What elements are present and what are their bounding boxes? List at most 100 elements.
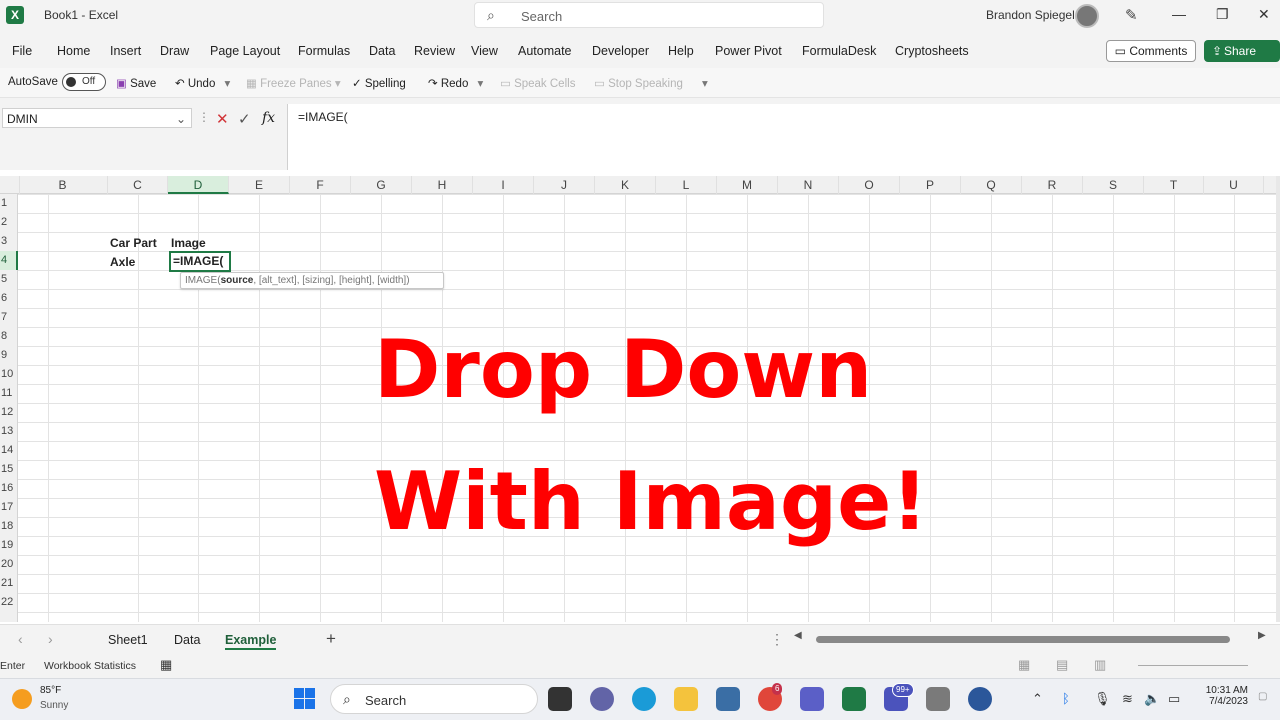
minimize-icon[interactable]: — [1172, 6, 1186, 22]
row-header-9[interactable]: 9 [0, 346, 18, 365]
page-break-view-icon[interactable]: ▥ [1094, 657, 1106, 673]
freeze-panes-button[interactable]: ▦ Freeze Panes ▾ [246, 76, 341, 90]
cell-c4[interactable]: Axle [110, 255, 135, 269]
calculator-icon[interactable] [926, 687, 950, 711]
tab-splitter-icon[interactable]: ⋮ [770, 631, 784, 648]
autosave-toggle[interactable]: Off [62, 73, 106, 91]
chevron-down-icon[interactable]: ▾ [478, 78, 484, 90]
column-header-u[interactable]: U [1204, 176, 1264, 194]
app-icon[interactable] [968, 687, 992, 711]
row-header-18[interactable]: 18 [0, 517, 18, 536]
cell-c3[interactable]: Car Part [110, 236, 157, 250]
notifications-icon[interactable]: ▢ [1258, 691, 1267, 702]
column-header-t[interactable]: T [1144, 176, 1204, 194]
bluetooth-icon[interactable]: ᛒ [1062, 691, 1070, 706]
vertical-scrollbar[interactable] [1276, 176, 1280, 622]
chevron-up-icon[interactable]: ⌃ [1032, 691, 1043, 707]
column-header-c[interactable]: C [108, 176, 168, 194]
tab-view[interactable]: View [471, 44, 498, 58]
row-header-3[interactable]: 3 [0, 232, 18, 251]
excel-taskbar-icon[interactable] [842, 687, 866, 711]
tab-formuladesk[interactable]: FormulaDesk [802, 44, 876, 58]
column-header-r[interactable]: R [1022, 176, 1083, 194]
chat-icon[interactable] [590, 687, 614, 711]
speak-cells-button[interactable]: ▭ Speak Cells [500, 76, 575, 90]
tab-data[interactable]: Data [369, 44, 395, 58]
row-header-21[interactable]: 21 [0, 574, 18, 593]
tab-cryptosheets[interactable]: Cryptosheets [895, 44, 969, 58]
copilot-icon[interactable] [800, 687, 824, 711]
save-button[interactable]: ▣ Save [116, 76, 156, 90]
column-header-s[interactable]: S [1083, 176, 1144, 194]
page-layout-view-icon[interactable]: ▤ [1056, 657, 1068, 673]
sheet-tab-example[interactable]: Example [225, 633, 277, 650]
tab-formulas[interactable]: Formulas [298, 44, 350, 58]
row-header-22[interactable]: 22 [0, 593, 18, 612]
row-header-6[interactable]: 6 [0, 289, 18, 308]
row-header-14[interactable]: 14 [0, 441, 18, 460]
row-header-4[interactable]: 4 [0, 251, 18, 270]
comments-button[interactable]: ▭ Comments [1106, 40, 1196, 62]
column-header-d[interactable]: D [168, 176, 229, 194]
tab-power-pivot[interactable]: Power Pivot [715, 44, 782, 58]
wifi-icon[interactable]: ≋ [1122, 691, 1133, 707]
zoom-slider[interactable] [1138, 665, 1248, 666]
customize-toolbar-icon[interactable]: ▾ [702, 76, 708, 90]
redo-button[interactable]: ↷ Redo ▾ [428, 76, 483, 90]
tab-file[interactable]: File [12, 44, 32, 58]
normal-view-icon[interactable]: ▦ [1018, 657, 1030, 673]
scroll-right-icon[interactable]: ▶ [1258, 630, 1266, 641]
store-icon[interactable] [716, 687, 740, 711]
name-box[interactable]: DMIN ⌄ [2, 108, 192, 128]
horizontal-scrollbar[interactable]: ◀ ▶ [794, 630, 1270, 645]
sheet-tab-data[interactable]: Data [174, 633, 200, 647]
column-header-a[interactable]: A [0, 176, 20, 194]
tab-review[interactable]: Review [414, 44, 455, 58]
spelling-button[interactable]: ✓ Spelling [352, 76, 406, 90]
column-header-i[interactable]: I [473, 176, 534, 194]
user-name[interactable]: Brandon Spiegel [986, 8, 1075, 22]
tab-page-layout[interactable]: Page Layout [210, 44, 280, 58]
windows-start-icon[interactable] [294, 688, 316, 710]
file-explorer-icon[interactable] [674, 687, 698, 711]
close-icon[interactable]: ✕ [1258, 6, 1270, 23]
battery-icon[interactable]: ▭ [1168, 691, 1180, 707]
row-header-17[interactable]: 17 [0, 498, 18, 517]
chevron-down-icon[interactable]: ⌄ [176, 112, 186, 126]
tab-insert[interactable]: Insert [110, 44, 141, 58]
restore-icon[interactable]: ❐ [1216, 6, 1229, 23]
row-header-11[interactable]: 11 [0, 384, 18, 403]
row-header-13[interactable]: 13 [0, 422, 18, 441]
column-header-k[interactable]: K [595, 176, 656, 194]
column-header-e[interactable]: E [229, 176, 290, 194]
scroll-left-icon[interactable]: ◀ [794, 630, 802, 641]
row-header-20[interactable]: 20 [0, 555, 18, 574]
accessibility-icon[interactable]: ▦ [160, 657, 172, 673]
row-header-8[interactable]: 8 [0, 327, 18, 346]
tab-draw[interactable]: Draw [160, 44, 189, 58]
task-view-icon[interactable] [548, 687, 572, 711]
formula-input[interactable]: =IMAGE( [287, 104, 1280, 170]
undo-button[interactable]: ↶ Undo ▾ [175, 76, 230, 90]
share-button[interactable]: ⇪ Share [1204, 40, 1280, 62]
column-header-g[interactable]: G [351, 176, 412, 194]
column-header-b[interactable]: B [18, 176, 108, 194]
chevron-down-icon[interactable]: ▾ [225, 78, 231, 90]
row-header-12[interactable]: 12 [0, 403, 18, 422]
column-header-l[interactable]: L [656, 176, 717, 194]
sheet-tab-sheet1[interactable]: Sheet1 [108, 633, 148, 647]
tab-developer[interactable]: Developer [592, 44, 649, 58]
microphone-icon[interactable]: 🎙 [1094, 691, 1111, 707]
row-header-15[interactable]: 15 [0, 460, 18, 479]
column-header-j[interactable]: J [534, 176, 595, 194]
active-cell-d4[interactable]: =IMAGE( [169, 251, 231, 272]
prev-sheet-icon[interactable]: ‹ [18, 631, 23, 647]
function-tooltip[interactable]: IMAGE(source, [alt_text], [sizing], [hei… [180, 272, 444, 289]
insert-function-icon[interactable]: fx [262, 110, 275, 126]
edge-icon[interactable] [632, 687, 656, 711]
column-header-n[interactable]: N [778, 176, 839, 194]
teams-icon[interactable]: 99+ [884, 683, 914, 711]
cell-d3[interactable]: Image [171, 236, 206, 250]
volume-icon[interactable]: 🔈 [1144, 691, 1160, 707]
tab-home[interactable]: Home [57, 44, 90, 58]
